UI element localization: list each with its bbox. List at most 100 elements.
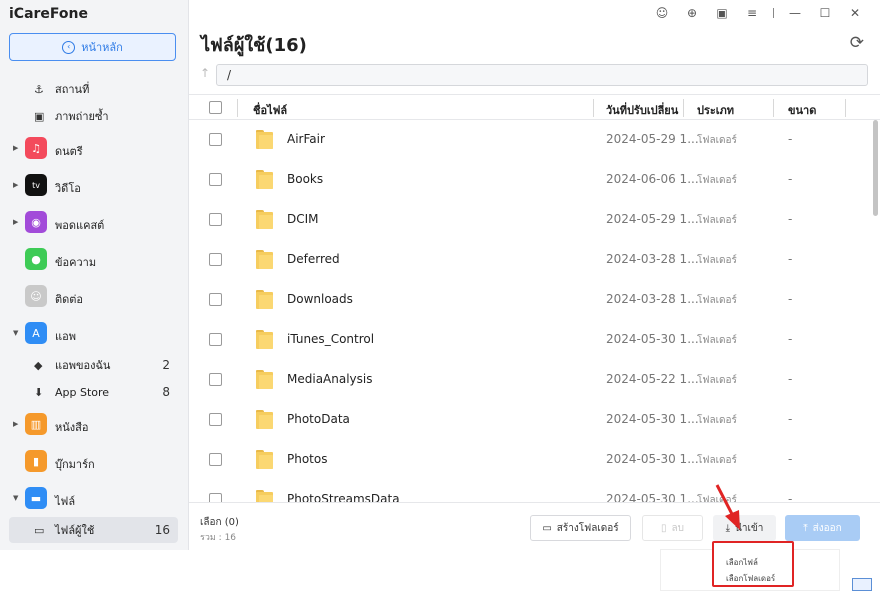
column-header-type[interactable]: ประเภท (697, 101, 734, 119)
sidebar-item-label: แอพ (55, 330, 76, 343)
download-icon[interactable]: ⊕ (677, 4, 707, 22)
table-row[interactable]: PhotoData 2024-05-30 1... โฟลเดอร์ - (189, 400, 869, 440)
delete-label: ลบ (671, 522, 684, 534)
expand-arrow-icon[interactable]: ▶ (13, 218, 18, 226)
sidebar-item-video[interactable]: ▶ tv วิดีโอ (0, 174, 188, 196)
row-checkbox[interactable] (209, 413, 222, 426)
folder-icon (256, 130, 273, 149)
file-date: 2024-05-30 1... (606, 332, 699, 346)
taskbar-icon[interactable] (852, 578, 872, 591)
column-header-size[interactable]: ขนาด (788, 101, 816, 119)
location-icon: ⚓ (34, 82, 44, 96)
column-header-modified[interactable]: วันที่ปรับเปลี่ยน (606, 101, 678, 119)
file-type: โฟลเดอร์ (697, 135, 737, 146)
minimize-icon[interactable]: — (780, 4, 810, 22)
select-all-checkbox[interactable] (209, 101, 222, 114)
app-window: iCareFone ‹ หน้าหลัก ⚓ สถานที่ ▣ ภาพถ่าย… (0, 0, 880, 550)
trash-icon: ▯ (661, 522, 667, 534)
sidebar-item-duplicate-photos[interactable]: ▣ ภาพถ่ายซ้ำ (0, 109, 188, 124)
maximize-icon[interactable]: ☐ (810, 4, 840, 22)
folder-icon (256, 330, 273, 349)
sidebar-item-label: บุ๊กมาร์ก (55, 458, 95, 471)
menu-icon[interactable]: ≡ (737, 4, 767, 22)
row-checkbox[interactable] (209, 453, 222, 466)
column-divider (237, 99, 238, 117)
file-size: - (788, 452, 793, 466)
choose-folder-option[interactable]: เลือกโฟลเดอร์ (726, 572, 775, 585)
row-checkbox[interactable] (209, 213, 222, 226)
row-checkbox[interactable] (209, 293, 222, 306)
expand-arrow-icon[interactable]: ▶ (13, 144, 18, 152)
toolbar-divider (773, 8, 774, 18)
collapse-arrow-icon[interactable]: ▼ (13, 494, 18, 502)
sidebar-item-my-apps[interactable]: ◆ แอพของฉัน 2 (0, 358, 188, 372)
row-checkbox[interactable] (209, 253, 222, 266)
row-checkbox[interactable] (209, 173, 222, 186)
user-icon[interactable]: ☺ (647, 4, 677, 22)
expand-arrow-icon[interactable]: ▶ (13, 181, 18, 189)
collapse-arrow-icon[interactable]: ▼ (13, 329, 18, 337)
table-row[interactable]: MediaAnalysis 2024-05-22 1... โฟลเดอร์ - (189, 360, 869, 400)
sidebar-item-app-store[interactable]: ⬇ App Store 8 (0, 385, 188, 399)
table-row[interactable]: AirFair 2024-05-29 1... โฟลเดอร์ - (189, 120, 869, 160)
sidebar-item-label: หนังสือ (55, 421, 89, 434)
column-header-name[interactable]: ชื่อไฟล์ (253, 101, 287, 119)
export-icon: ⤒ (803, 522, 808, 534)
table-row[interactable]: Downloads 2024-03-28 1... โฟลเดอร์ - (189, 280, 869, 320)
file-type: โฟลเดอร์ (697, 215, 737, 226)
row-checkbox[interactable] (209, 373, 222, 386)
sidebar-item-music[interactable]: ▶ ♫ ดนตรี (0, 137, 188, 159)
folder-icon (256, 170, 273, 189)
choose-file-option[interactable]: เลือกไฟล์ (726, 556, 758, 569)
expand-arrow-icon[interactable]: ▶ (13, 420, 18, 428)
row-checkbox[interactable] (209, 493, 222, 502)
file-type: โฟลเดอร์ (697, 175, 737, 186)
file-name: Downloads (287, 292, 353, 306)
close-icon[interactable]: ✕ (840, 4, 870, 22)
sidebar-item-user-files[interactable]: ▭ ไฟล์ผู้ใช้ 16 (0, 523, 188, 537)
vertical-scrollbar[interactable] (873, 120, 878, 216)
folder-icon (256, 370, 273, 389)
sidebar-item-books[interactable]: ▶ ▥ หนังสือ (0, 413, 188, 435)
message-icon: ● (25, 248, 47, 270)
refresh-icon[interactable]: ⟳ (850, 33, 864, 53)
sidebar-item-label: ไฟล์ผู้ใช้ (55, 524, 95, 537)
file-name: Deferred (287, 252, 340, 266)
tv-icon: tv (25, 174, 47, 196)
file-size: - (788, 492, 793, 502)
app-store-icon: A (25, 322, 47, 344)
file-date: 2024-05-30 1... (606, 492, 699, 502)
sidebar: iCareFone ‹ หน้าหลัก ⚓ สถานที่ ▣ ภาพถ่าย… (0, 0, 189, 550)
table-row[interactable]: PhotoStreamsData 2024-05-30 1... โฟลเดอร… (189, 480, 869, 502)
table-row[interactable]: DCIM 2024-05-29 1... โฟลเดอร์ - (189, 200, 869, 240)
sidebar-item-apps[interactable]: ▼ A แอพ (0, 322, 188, 344)
table-row[interactable]: Deferred 2024-03-28 1... โฟลเดอร์ - (189, 240, 869, 280)
row-checkbox[interactable] (209, 133, 222, 146)
table-row[interactable]: iTunes_Control 2024-05-30 1... โฟลเดอร์ … (189, 320, 869, 360)
folder-icon (256, 290, 273, 309)
delete-button[interactable]: ▯ ลบ (642, 515, 703, 541)
duplicate-photo-icon: ▣ (34, 109, 45, 123)
sidebar-item-contacts[interactable]: ☺ ติดต่อ (0, 285, 188, 307)
file-date: 2024-06-06 1... (606, 172, 699, 186)
sidebar-item-bookmarks[interactable]: ▮ บุ๊กมาร์ก (0, 450, 188, 472)
file-type: โฟลเดอร์ (697, 255, 737, 266)
table-row[interactable]: Books 2024-06-06 1... โฟลเดอร์ - (189, 160, 869, 200)
back-circle-icon: ‹ (62, 40, 76, 54)
path-up-icon[interactable]: ↑ (200, 66, 210, 80)
path-bar[interactable]: / (216, 64, 868, 86)
sidebar-item-podcast[interactable]: ▶ ◉ พอดแคสต์ (0, 211, 188, 233)
export-button[interactable]: ⤒ ส่งออก (785, 515, 860, 541)
file-name: MediaAnalysis (287, 372, 373, 386)
import-dropdown-menu: เลือกไฟล์ เลือกโฟลเดอร์ (712, 541, 794, 587)
sidebar-item-files[interactable]: ▼ ▬ ไฟล์ (0, 487, 188, 509)
new-folder-label: สร้างโฟลเดอร์ (556, 522, 619, 534)
file-name: DCIM (287, 212, 319, 226)
new-folder-button[interactable]: ▭ สร้างโฟลเดอร์ (530, 515, 631, 541)
feedback-icon[interactable]: ▣ (707, 4, 737, 22)
table-row[interactable]: Photos 2024-05-30 1... โฟลเดอร์ - (189, 440, 869, 480)
row-checkbox[interactable] (209, 333, 222, 346)
home-button[interactable]: ‹ หน้าหลัก (9, 33, 176, 61)
sidebar-item-location[interactable]: ⚓ สถานที่ (0, 82, 188, 97)
sidebar-item-messages[interactable]: ● ข้อความ (0, 248, 188, 270)
